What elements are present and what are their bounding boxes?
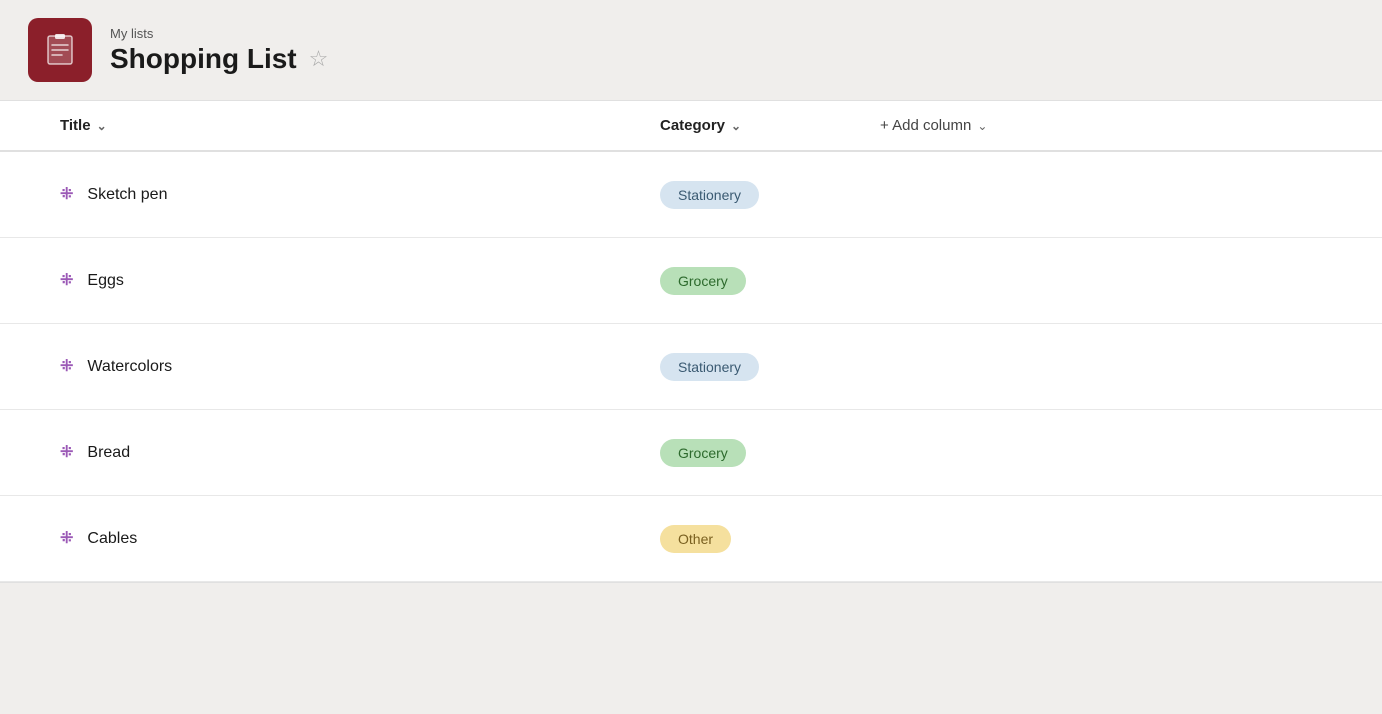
- row-category-cell: Other: [660, 525, 880, 553]
- column-header-category[interactable]: Category ⌄: [660, 117, 880, 134]
- header-text: My lists Shopping List ☆: [110, 26, 328, 75]
- row-title-cell: ⁜ Watercolors: [60, 358, 660, 376]
- favorite-star-icon[interactable]: ☆: [309, 48, 329, 70]
- table-rows: ⁜ Sketch pen Stationery ⁜ Eggs Grocery ⁜…: [0, 152, 1382, 582]
- row-title-cell: ⁜ Eggs: [60, 272, 660, 290]
- add-column-chevron-icon: ⌄: [977, 119, 987, 133]
- column-title-label: Title: [60, 117, 91, 134]
- row-category-cell: Stationery: [660, 181, 880, 209]
- table-row[interactable]: ⁜ Bread Grocery: [0, 410, 1382, 496]
- category-sort-icon: ⌄: [731, 119, 741, 133]
- title-sort-icon: ⌄: [97, 119, 107, 133]
- category-badge: Grocery: [660, 267, 746, 295]
- category-badge: Stationery: [660, 181, 759, 209]
- table-row[interactable]: ⁜ Eggs Grocery: [0, 238, 1382, 324]
- drag-handle-icon: ⁜: [60, 445, 73, 461]
- data-table: Title ⌄ Category ⌄ + Add column ⌄ ⁜ Sket…: [0, 100, 1382, 583]
- row-title-cell: ⁜ Sketch pen: [60, 186, 660, 204]
- column-category-label: Category: [660, 117, 725, 134]
- row-title-text: Bread: [87, 444, 130, 462]
- app-icon: [28, 18, 92, 82]
- row-category-cell: Grocery: [660, 267, 880, 295]
- breadcrumb: My lists: [110, 26, 328, 41]
- table-row[interactable]: ⁜ Cables Other: [0, 496, 1382, 582]
- row-title-text: Watercolors: [87, 358, 172, 376]
- table-header: Title ⌄ Category ⌄ + Add column ⌄: [0, 101, 1382, 152]
- drag-handle-icon: ⁜: [60, 273, 73, 289]
- add-column-label: + Add column: [880, 117, 971, 134]
- category-badge: Other: [660, 525, 731, 553]
- row-category-cell: Grocery: [660, 439, 880, 467]
- row-category-cell: Stationery: [660, 353, 880, 381]
- category-badge: Grocery: [660, 439, 746, 467]
- page-title: Shopping List: [110, 43, 297, 75]
- drag-handle-icon: ⁜: [60, 359, 73, 375]
- drag-handle-icon: ⁜: [60, 531, 73, 547]
- page-header: My lists Shopping List ☆: [0, 0, 1382, 100]
- row-title-text: Cables: [87, 530, 137, 548]
- drag-handle-icon: ⁜: [60, 187, 73, 203]
- column-header-title[interactable]: Title ⌄: [60, 117, 660, 134]
- column-header-add[interactable]: + Add column ⌄: [880, 117, 1382, 134]
- title-row: Shopping List ☆: [110, 43, 328, 75]
- row-title-text: Sketch pen: [87, 186, 167, 204]
- table-row[interactable]: ⁜ Watercolors Stationery: [0, 324, 1382, 410]
- table-row[interactable]: ⁜ Sketch pen Stationery: [0, 152, 1382, 238]
- category-badge: Stationery: [660, 353, 759, 381]
- row-title-text: Eggs: [87, 272, 123, 290]
- row-title-cell: ⁜ Bread: [60, 444, 660, 462]
- row-title-cell: ⁜ Cables: [60, 530, 660, 548]
